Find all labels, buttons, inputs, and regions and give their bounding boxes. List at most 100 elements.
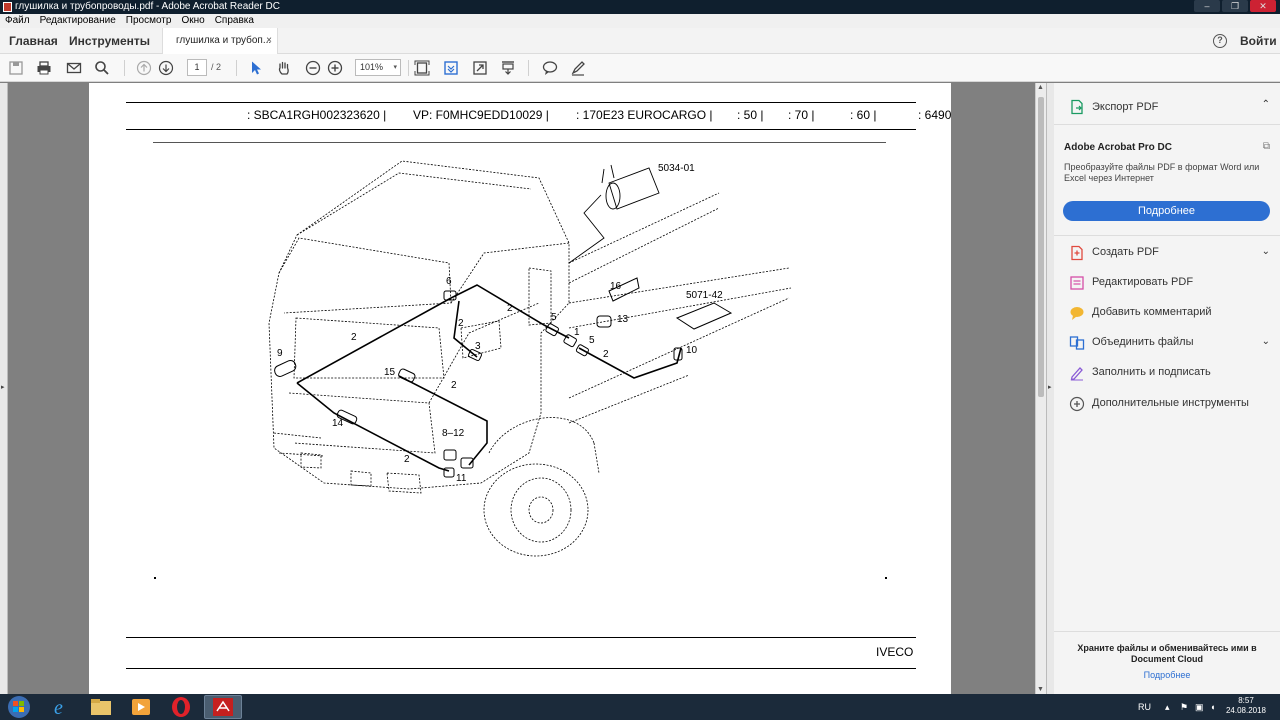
next-page-icon[interactable]: [158, 60, 174, 76]
acrobat-window: глушилка и трубопроводы.pdf - Adobe Acro…: [0, 0, 1280, 720]
header-cell-70: : 70 |: [788, 108, 815, 122]
edit-pdf-icon: [1069, 275, 1085, 291]
callout-label: 5: [551, 312, 557, 323]
tray-arrow-icon[interactable]: ▴: [1165, 694, 1170, 720]
right-panel-toggle[interactable]: ▸: [1046, 83, 1054, 694]
zoom-in-icon[interactable]: [327, 60, 343, 76]
sign-in-button[interactable]: Войти: [1240, 28, 1277, 54]
select-pointer-icon[interactable]: [248, 60, 264, 76]
language-indicator[interactable]: RU: [1138, 694, 1151, 720]
chevron-right-icon: ▸: [1, 384, 5, 391]
callout-label: 2: [603, 349, 609, 360]
callout-label: 2: [451, 380, 457, 391]
header-cell-6490: : 6490: [918, 108, 952, 122]
menu-bar: Файл Редактирование Просмотр Окно Справк…: [0, 14, 1280, 28]
zoom-out-icon[interactable]: [305, 60, 321, 76]
toolbar-separator: [124, 60, 125, 76]
full-screen-icon[interactable]: [472, 60, 488, 76]
document-cloud-link[interactable]: Подробнее: [1054, 670, 1280, 680]
more-tools-icon: [1069, 396, 1085, 412]
tool-label: Заполнить и подписать: [1092, 366, 1211, 378]
menu-edit[interactable]: Редактирование: [40, 14, 116, 28]
tool-more-tools[interactable]: Дополнительные инструменты: [1054, 393, 1280, 415]
print-icon[interactable]: [36, 60, 52, 76]
tool-label: Объединить файлы: [1092, 336, 1194, 348]
chevron-up-icon[interactable]: ⌃: [1262, 99, 1270, 110]
callout-label: 14: [332, 418, 344, 429]
pdf-icon: [3, 2, 12, 12]
menu-file[interactable]: Файл: [5, 14, 30, 28]
copy-icon[interactable]: ⧉: [1263, 141, 1270, 152]
scrollbar-thumb[interactable]: [1038, 97, 1044, 397]
tool-label: Создать PDF: [1092, 246, 1159, 258]
learn-more-button[interactable]: Подробнее: [1063, 201, 1270, 221]
nav-home[interactable]: Главная: [9, 28, 58, 54]
scroll-mode-icon[interactable]: [443, 60, 459, 76]
opera-taskbar-icon[interactable]: [162, 695, 200, 719]
volume-icon[interactable]: ◖: [1210, 694, 1215, 720]
close-button[interactable]: ✕: [1250, 0, 1276, 12]
highlight-pen-icon[interactable]: [570, 60, 586, 76]
search-icon[interactable]: [94, 60, 110, 76]
code-label: 5071-42: [686, 290, 723, 301]
tool-create-pdf[interactable]: Создать PDF ⌄: [1054, 242, 1280, 264]
chevron-down-icon[interactable]: ⌄: [1262, 246, 1270, 257]
combine-icon: [1069, 335, 1085, 351]
start-button[interactable]: [4, 694, 34, 720]
callout-label: 5: [589, 335, 595, 346]
callout-label: 2: [404, 454, 410, 465]
previous-page-icon[interactable]: [136, 60, 152, 76]
ie-taskbar-icon[interactable]: e: [42, 695, 80, 719]
network-icon[interactable]: ▣: [1195, 694, 1204, 720]
callout-label: 13: [617, 314, 629, 325]
pdf-page: : SBCA1RGH002323620 | VP: F0MHC9EDD10029…: [89, 83, 951, 694]
help-icon[interactable]: ?: [1213, 34, 1227, 48]
fit-page-icon[interactable]: [414, 60, 430, 76]
code-label: 5034-01: [658, 163, 695, 174]
corner-mark: [885, 577, 887, 579]
explorer-taskbar-icon[interactable]: [82, 695, 120, 719]
scroll-down-icon[interactable]: ▼: [1037, 686, 1044, 693]
pane-divider: [1054, 235, 1280, 236]
zoom-select[interactable]: 101% ▾: [355, 59, 401, 76]
page-number-input[interactable]: 1: [187, 59, 207, 76]
tool-add-comment[interactable]: Добавить комментарий: [1054, 302, 1280, 324]
nav-tools[interactable]: Инструменты: [69, 28, 150, 54]
left-panel-toggle[interactable]: ▸: [0, 83, 8, 694]
email-icon[interactable]: [66, 60, 82, 76]
menu-view[interactable]: Просмотр: [126, 14, 172, 28]
scroll-up-icon[interactable]: ▲: [1037, 84, 1044, 91]
minimize-button[interactable]: –: [1194, 0, 1220, 12]
vertical-scrollbar[interactable]: ▲ ▼: [1035, 83, 1046, 694]
chevron-right-icon: ▸: [1048, 384, 1052, 391]
page-view-icon[interactable]: [500, 60, 516, 76]
tool-edit-pdf[interactable]: Редактировать PDF: [1054, 272, 1280, 294]
header-model: : 170E23 EUROCARGO |: [576, 108, 713, 122]
header-vp: VP: F0MHC9EDD10029 |: [413, 108, 549, 122]
tray-flag-icon[interactable]: ⚑: [1180, 694, 1188, 720]
tools-pane: Экспорт PDF ⌃ Adobe Acrobat Pro DC ⧉ Пре…: [1054, 83, 1280, 694]
tool-fill-sign[interactable]: Заполнить и подписать: [1054, 362, 1280, 384]
maximize-button[interactable]: ❐: [1222, 0, 1248, 12]
footer-top-rule: [126, 637, 916, 638]
comment-icon[interactable]: [542, 60, 558, 76]
export-pdf-header[interactable]: Экспорт PDF ⌃: [1054, 95, 1280, 119]
drawing-frame-rule: [153, 142, 886, 143]
nav-row: Главная Инструменты глушилка и трубоп...…: [0, 28, 1280, 54]
chevron-down-icon[interactable]: ⌄: [1262, 336, 1270, 347]
window-controls: – ❐ ✕: [1194, 0, 1276, 12]
media-player-taskbar-icon[interactable]: [122, 695, 160, 719]
hand-tool-icon[interactable]: [276, 60, 292, 76]
menu-help[interactable]: Справка: [215, 14, 254, 28]
document-tab-label: глушилка и трубоп...: [176, 35, 272, 46]
system-clock[interactable]: 8:57 24.08.2018: [1224, 696, 1268, 716]
save-icon[interactable]: [8, 60, 24, 76]
callout-label: 1: [574, 327, 580, 338]
document-tab[interactable]: глушилка и трубоп... ×: [162, 28, 278, 54]
tool-combine-files[interactable]: Объединить файлы ⌄: [1054, 332, 1280, 354]
acrobat-taskbar-icon[interactable]: [204, 695, 242, 719]
callout-label: 2: [507, 303, 513, 314]
corner-mark: [154, 577, 156, 579]
tab-close-icon[interactable]: ×: [266, 28, 272, 54]
menu-window[interactable]: Окно: [181, 14, 204, 28]
